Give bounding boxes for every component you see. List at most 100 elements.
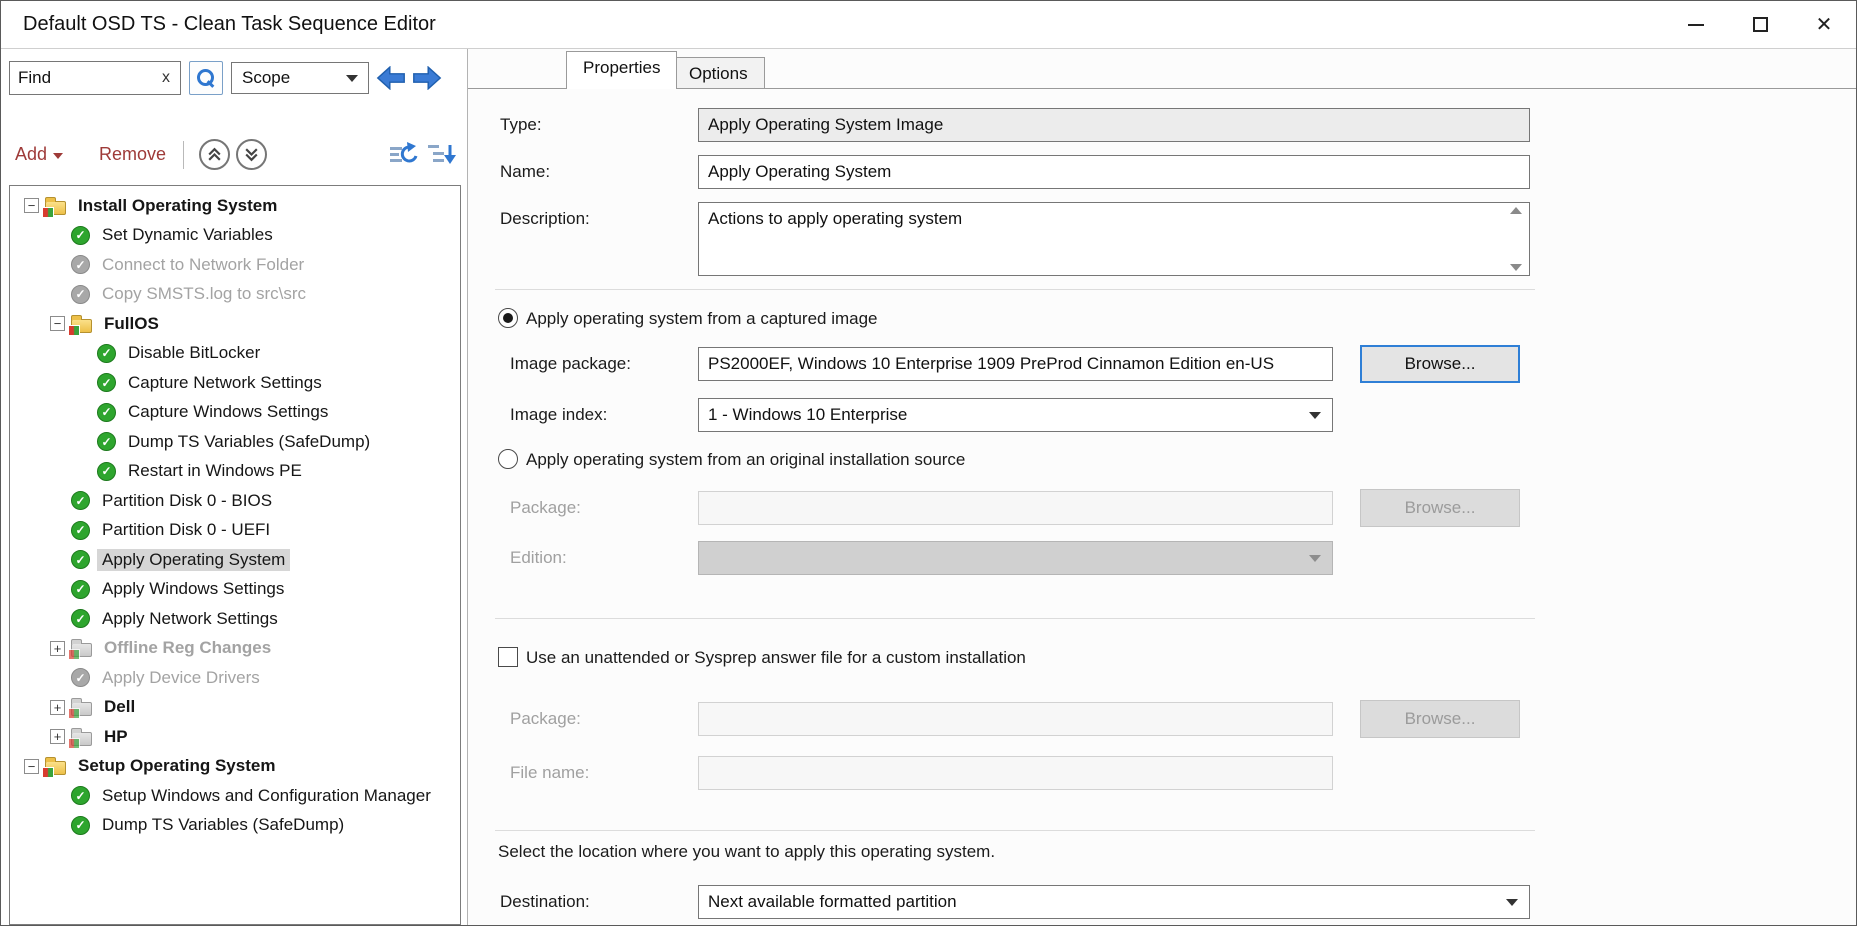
tree-item[interactable]: ✓Copy SMSTS.log to src\src: [10, 280, 460, 310]
edition-dropdown: [698, 541, 1333, 575]
tree-expander-placeholder: [50, 788, 65, 803]
step-check-green-icon: ✓: [97, 462, 116, 481]
find-previous-button[interactable]: [375, 63, 407, 92]
image-index-value: 1 - Windows 10 Enterprise: [708, 405, 907, 425]
tree-item-label: Setup Windows and Configuration Manager: [97, 785, 436, 807]
tab-options[interactable]: Options: [672, 57, 765, 88]
original-package-browse-button: Browse...: [1360, 489, 1520, 527]
tree-item[interactable]: +Offline Reg Changes: [10, 634, 460, 664]
find-next-button[interactable]: [411, 63, 443, 92]
tree-item[interactable]: −FullOS: [10, 309, 460, 339]
tree-expander-minus-icon[interactable]: −: [50, 316, 65, 331]
group-folder-icon: [45, 761, 66, 775]
tree-item[interactable]: ✓Apply Windows Settings: [10, 575, 460, 605]
close-icon: ✕: [1816, 15, 1833, 35]
image-package-browse-button[interactable]: Browse...: [1360, 345, 1520, 383]
tree-item[interactable]: ✓Capture Network Settings: [10, 368, 460, 398]
remove-button[interactable]: Remove: [99, 144, 166, 165]
chevron-down-icon: [53, 153, 63, 159]
chevron-down-icon: [1309, 412, 1321, 419]
close-button[interactable]: ✕: [1792, 1, 1856, 48]
tree-layout-button[interactable]: [427, 141, 457, 168]
captured-image-radio-label: Apply operating system from a captured i…: [526, 309, 878, 329]
description-scrollbar[interactable]: [1508, 207, 1524, 271]
chevron-down-icon: [1506, 899, 1518, 906]
tree-expander-placeholder: [76, 375, 91, 390]
radio-selected-dot: [503, 313, 513, 323]
tree-item-label: Capture Windows Settings: [123, 401, 333, 423]
original-source-radio-label: Apply operating system from an original …: [526, 450, 965, 470]
search-button[interactable]: [189, 61, 223, 95]
step-check-gray-icon: ✓: [71, 285, 90, 304]
tree-item[interactable]: ✓Restart in Windows PE: [10, 457, 460, 487]
image-index-dropdown[interactable]: 1 - Windows 10 Enterprise: [698, 398, 1333, 432]
tree-item[interactable]: ✓Connect to Network Folder: [10, 250, 460, 280]
tree-item[interactable]: +Dell: [10, 693, 460, 723]
add-button[interactable]: Add: [15, 144, 63, 165]
tree-item[interactable]: ✓Partition Disk 0 - BIOS: [10, 486, 460, 516]
tree-item[interactable]: ✓Set Dynamic Variables: [10, 221, 460, 251]
tree-item-label: Apply Network Settings: [97, 608, 283, 630]
step-check-green-icon: ✓: [71, 609, 90, 628]
tree-expander-placeholder: [50, 552, 65, 567]
tree-item-label: Install Operating System: [73, 195, 282, 217]
tree-expander-placeholder: [50, 228, 65, 243]
tree-item[interactable]: ✓ Apply Network Settings: [10, 604, 460, 634]
image-package-input[interactable]: PS2000EF, Windows 10 Enterprise 1909 Pre…: [698, 347, 1333, 381]
minimize-button[interactable]: [1664, 1, 1728, 48]
tab-properties[interactable]: Properties: [566, 51, 677, 89]
tree-expander-plus-icon[interactable]: +: [50, 641, 65, 656]
double-chevron-down-icon: [243, 146, 260, 163]
tree-expander-placeholder: [50, 523, 65, 538]
tree-expander-plus-icon[interactable]: +: [50, 729, 65, 744]
step-check-gray-icon: ✓: [71, 668, 90, 687]
tree-item[interactable]: ✓Apply Device Drivers: [10, 663, 460, 693]
collapse-all-button[interactable]: [199, 139, 230, 170]
original-source-radio[interactable]: [498, 449, 518, 469]
tree-item[interactable]: ✓Setup Windows and Configuration Manager: [10, 781, 460, 811]
arrow-left-icon: [376, 66, 406, 90]
step-check-green-icon: ✓: [97, 373, 116, 392]
tree-refresh-button[interactable]: [389, 141, 419, 168]
tree-expander-minus-icon[interactable]: −: [24, 198, 39, 213]
tree-item[interactable]: ✓Dump TS Variables (SafeDump): [10, 427, 460, 457]
tree-item[interactable]: +HP: [10, 722, 460, 752]
unattend-checkbox[interactable]: [498, 647, 518, 667]
group-folder-icon: [71, 319, 92, 333]
tree-expander-placeholder: [50, 493, 65, 508]
unattend-package-input: [698, 702, 1333, 736]
type-label: Type:: [500, 115, 542, 135]
captured-image-radio[interactable]: [498, 308, 518, 328]
group-folder-gray-icon: [71, 643, 92, 657]
minimize-icon: [1688, 24, 1704, 26]
find-input[interactable]: Find x: [9, 61, 181, 95]
tree-item[interactable]: ✓Dump TS Variables (SafeDump): [10, 811, 460, 841]
name-input[interactable]: Apply Operating System: [698, 155, 1530, 189]
left-panel: Find x Scope Add Remove: [1, 49, 467, 925]
file-name-input: [698, 756, 1333, 790]
tree-expander-placeholder: [76, 405, 91, 420]
tree-item[interactable]: −Setup Operating System: [10, 752, 460, 782]
properties-panel: Properties Options Type: Apply Operating…: [468, 49, 1856, 925]
description-input[interactable]: Actions to apply operating system: [698, 202, 1530, 276]
tree-item[interactable]: − Install Operating System: [10, 191, 460, 221]
scroll-down-icon[interactable]: [1510, 264, 1522, 271]
destination-dropdown[interactable]: Next available formatted partition: [698, 885, 1530, 919]
tree-item-label: Partition Disk 0 - BIOS: [97, 490, 277, 512]
tree-item[interactable]: ✓Partition Disk 0 - UEFI: [10, 516, 460, 546]
step-check-green-icon: ✓: [71, 521, 90, 540]
tree-item[interactable]: ✓Capture Windows Settings: [10, 398, 460, 428]
find-clear-button[interactable]: x: [160, 69, 172, 87]
expand-all-button[interactable]: [236, 139, 267, 170]
maximize-button[interactable]: [1728, 1, 1792, 48]
tree-expander-minus-icon[interactable]: −: [24, 759, 39, 774]
tree-expander-placeholder: [76, 346, 91, 361]
scroll-up-icon[interactable]: [1510, 207, 1522, 214]
tree-item[interactable]: ✓Disable BitLocker: [10, 339, 460, 369]
description-label: Description:: [500, 209, 590, 229]
tree-expander-plus-icon[interactable]: +: [50, 700, 65, 715]
task-tree[interactable]: − Install Operating System ✓Set Dynamic Va…: [9, 185, 461, 925]
tree-item[interactable]: ✓Apply Operating System: [10, 545, 460, 575]
tree-refresh-icon: [389, 141, 419, 168]
scope-dropdown[interactable]: Scope: [231, 62, 369, 94]
